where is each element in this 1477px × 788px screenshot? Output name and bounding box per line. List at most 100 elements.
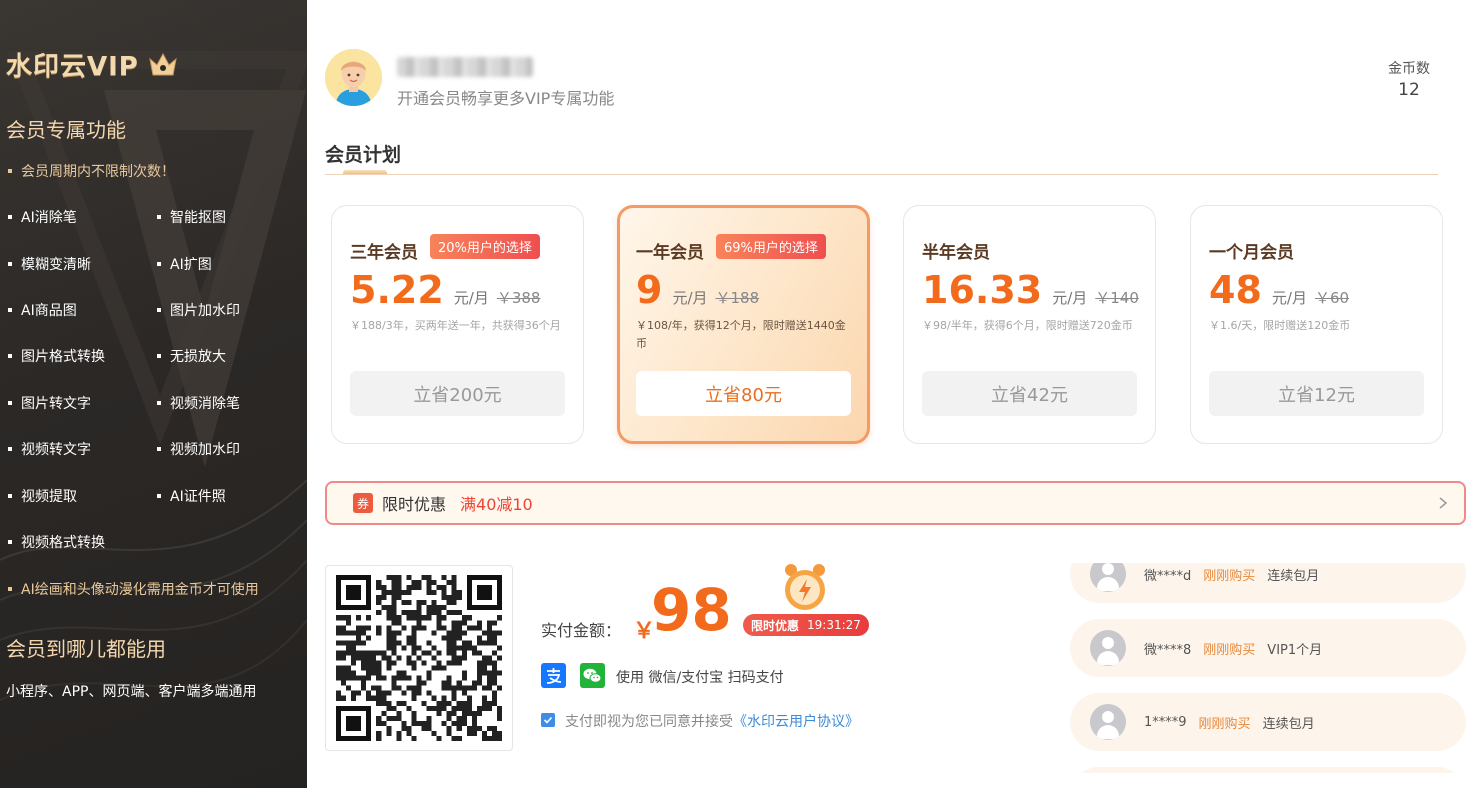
price-number: 5.22 xyxy=(350,268,444,312)
feed-action: 刚刚购买 xyxy=(1203,642,1256,658)
countdown-badge: 限时优惠 19:31:27 xyxy=(743,614,869,636)
plan-card-half-year[interactable]: 半年会员 16.33 元/月 ￥140 ￥98/半年，获得6个月，限时赠送720… xyxy=(903,205,1156,444)
bullet-icon xyxy=(8,587,12,591)
plan-description: ￥188/3年，买两年送一年，共获得36个月 xyxy=(350,319,561,332)
price-unit: 元/月 xyxy=(453,289,489,307)
feed-plan: 连续包月 xyxy=(1267,568,1320,584)
limited-offer-bar[interactable]: 券 限时优惠 满40减10 xyxy=(325,481,1466,525)
bullet-icon xyxy=(157,494,161,498)
avatar xyxy=(325,49,382,106)
payment-methods-text: 使用 微信/支付宝 扫码支付 xyxy=(616,670,784,686)
list-item: 微****d 刚刚购买 连续包月 xyxy=(1070,563,1466,603)
coins-value: 12 xyxy=(1398,80,1420,100)
feed-user: 微****d xyxy=(1144,568,1192,584)
wechat-pay-icon xyxy=(580,663,605,688)
bullet-icon xyxy=(157,262,161,266)
bullet-icon xyxy=(157,447,161,451)
coins-label: 金币数 xyxy=(1388,61,1430,77)
list-item: 微****8 刚刚购买 VIP1个月 xyxy=(1070,619,1466,677)
coupon-icon: 券 xyxy=(353,493,373,513)
bullet-icon xyxy=(8,169,12,173)
amount-value: 98 xyxy=(651,576,732,644)
username-blurred xyxy=(397,57,533,77)
plan-card-1-year[interactable]: 一年会员 69%用户的选择 9 元/月 ￥188 ￥108/年，获得12个月，限… xyxy=(617,205,870,444)
anywhere-desc: 小程序、APP、网页端、客户端多端通用 xyxy=(6,684,257,700)
price-original: ￥140 xyxy=(1095,289,1139,307)
exclusive-features-title: 会员专属功能 xyxy=(6,118,126,142)
alarm-clock-icon xyxy=(785,564,825,610)
price-unit: 元/月 xyxy=(672,289,708,307)
plan-price: 9 元/月 ￥188 xyxy=(636,268,759,312)
plan-price: 48 元/月 ￥60 xyxy=(1209,268,1349,312)
unlimited-note: 会员周期内不限制次数！ xyxy=(8,161,175,181)
list-item xyxy=(1070,767,1466,773)
bullet-icon xyxy=(8,308,12,312)
plan-save-button[interactable]: 立省42元 xyxy=(922,371,1137,416)
price-unit: 元/月 xyxy=(1052,289,1088,307)
plan-save-button[interactable]: 立省12元 xyxy=(1209,371,1424,416)
avatar-illustration xyxy=(325,49,382,106)
bullet-icon xyxy=(8,215,12,219)
bullet-icon xyxy=(8,540,12,544)
price-number: 16.33 xyxy=(922,268,1043,312)
plan-card-1-month[interactable]: 一个月会员 48 元/月 ￥60 ￥1.6/天，限时赠送120金币 立省12元 xyxy=(1190,205,1443,444)
plan-badge: 20%用户的选择 xyxy=(430,234,540,259)
coins-note: AI绘画和头像动漫化需用金币才可使用 xyxy=(8,579,259,599)
user-subtitle: 开通会员畅享更多VIP专属功能 xyxy=(397,89,615,108)
feature-item: 视频加水印 xyxy=(157,439,240,459)
payment-qr-code xyxy=(325,565,513,751)
brand-title: 水印云VIP xyxy=(6,52,139,82)
price-original: ￥188 xyxy=(715,289,760,307)
feature-item: 模糊变清晰 xyxy=(8,254,91,274)
feature-item: AI扩图 xyxy=(157,254,212,274)
feature-item: AI证件照 xyxy=(157,486,226,506)
feed-user: 1****9 xyxy=(1144,714,1187,730)
recent-purchases-feed: 微****d 刚刚购买 连续包月 微****8 刚刚购买 VIP1个月 1***… xyxy=(1070,563,1466,773)
plan-save-button[interactable]: 立省200元 xyxy=(350,371,565,416)
agreement-text: 支付即视为您已同意并接受《水印云用户协议》 xyxy=(565,714,859,730)
bullet-icon xyxy=(157,215,161,219)
price-number: 48 xyxy=(1209,268,1262,312)
promo-label: 限时优惠 xyxy=(382,495,447,514)
plan-card-3-year[interactable]: 三年会员 20%用户的选择 5.22 元/月 ￥388 ￥188/3年，买两年送… xyxy=(331,205,584,444)
chevron-right-icon[interactable] xyxy=(1436,493,1450,513)
plans-section-title: 会员计划 xyxy=(325,144,402,166)
bullet-icon xyxy=(8,401,12,405)
anywhere-title: 会员到哪儿都能用 xyxy=(6,637,166,661)
plan-save-button[interactable]: 立省80元 xyxy=(636,371,851,416)
coins-note-text: AI绘画和头像动漫化需用金币才可使用 xyxy=(21,582,259,598)
feature-item: 视频格式转换 xyxy=(8,532,105,552)
feed-action: 刚刚购买 xyxy=(1198,716,1251,732)
price-number: 9 xyxy=(636,268,663,312)
promo-value: 满40减10 xyxy=(460,495,533,514)
plan-description: ￥98/半年，获得6个月，限时赠送720金币 xyxy=(922,319,1133,332)
feature-item: 图片加水印 xyxy=(157,300,240,320)
plan-description: ￥108/年，获得12个月，限时赠送1440金币 xyxy=(636,319,846,350)
user-avatar-icon xyxy=(1090,630,1126,666)
user-avatar-icon xyxy=(1090,704,1126,740)
vip-brand: 水印云VIP xyxy=(6,46,179,83)
agreement-checkbox[interactable] xyxy=(541,713,555,727)
plan-name: 一个月会员 xyxy=(1209,243,1294,263)
feature-item: 图片转文字 xyxy=(8,393,91,413)
feature-item: 智能抠图 xyxy=(157,207,226,227)
plan-name: 三年会员 xyxy=(350,243,418,263)
feature-item: 视频消除笔 xyxy=(157,393,240,413)
user-agreement-link[interactable]: 《水印云用户协议》 xyxy=(733,714,859,730)
alipay-icon xyxy=(541,663,566,688)
bullet-icon xyxy=(8,262,12,266)
bullet-icon xyxy=(157,308,161,312)
price-original: ￥60 xyxy=(1314,289,1350,307)
bullet-icon xyxy=(8,354,12,358)
feature-item: 图片格式转换 xyxy=(8,346,105,366)
title-divider xyxy=(325,174,1438,175)
plan-price: 16.33 元/月 ￥140 xyxy=(922,268,1139,312)
feature-item: 视频转文字 xyxy=(8,439,91,459)
bullet-icon xyxy=(8,447,12,451)
plan-name: 半年会员 xyxy=(922,243,990,263)
unlimited-note-text: 会员周期内不限制次数！ xyxy=(21,164,175,180)
vip-main-panel: 开通会员畅享更多VIP专属功能 金币数 12 会员计划 三年会员 20%用户的选… xyxy=(307,0,1477,788)
user-avatar-icon xyxy=(1090,563,1126,592)
price-unit: 元/月 xyxy=(1271,289,1307,307)
feature-item: 视频提取 xyxy=(8,486,77,506)
